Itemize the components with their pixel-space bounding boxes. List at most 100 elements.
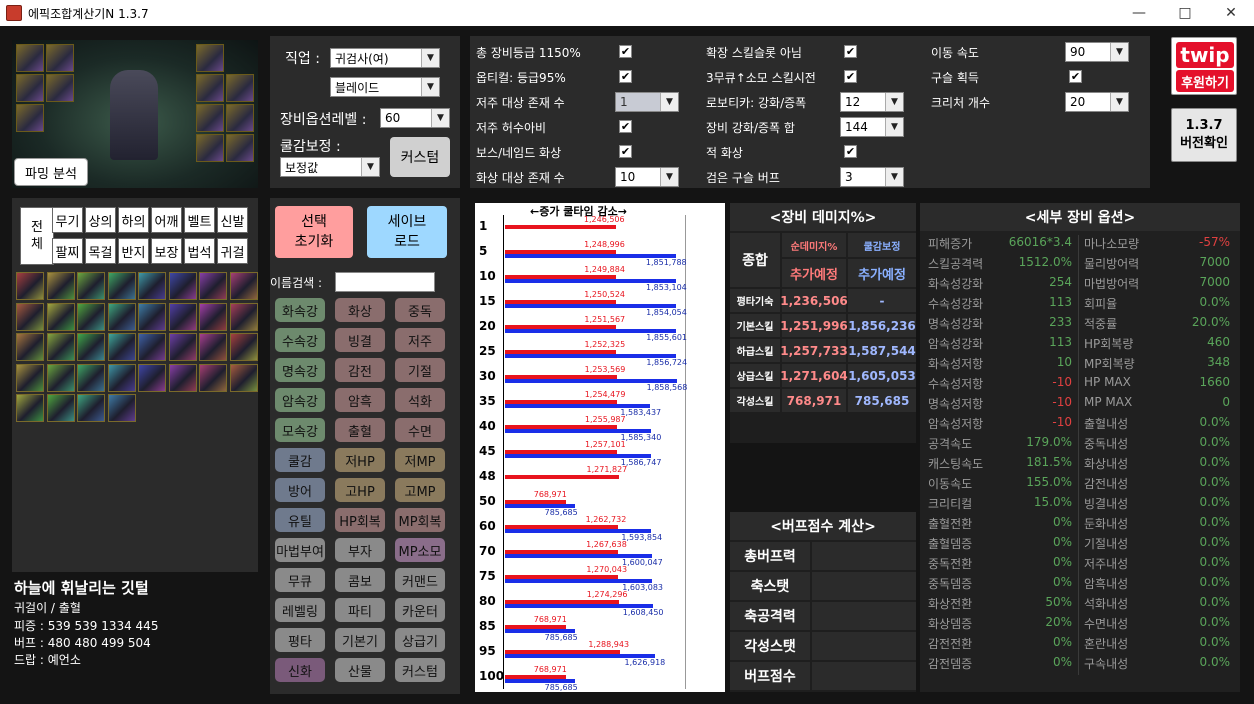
option-checkbox[interactable]: ✔	[1069, 70, 1082, 83]
option-filter-button[interactable]: 석화	[395, 388, 445, 412]
option-checkbox[interactable]: ✔	[844, 45, 857, 58]
option-filter-button[interactable]: 수면	[395, 418, 445, 442]
option-filter-button[interactable]: 신화	[275, 658, 325, 682]
category-all-button[interactable]: 전체	[20, 207, 54, 265]
item-icon[interactable]	[107, 363, 136, 392]
item-icon[interactable]	[229, 333, 258, 361]
option-filter-button[interactable]: 출혈	[335, 418, 385, 442]
option-filter-button[interactable]: 방어	[275, 478, 325, 502]
option-filter-button[interactable]: 중독	[395, 298, 445, 322]
option-select[interactable]: 144 ▼	[840, 117, 904, 137]
option-filter-button[interactable]: 카운터	[395, 598, 445, 622]
equip-slot[interactable]	[16, 104, 44, 132]
option-filter-button[interactable]: 콤보	[335, 568, 385, 592]
option-filter-button[interactable]: MP회복	[395, 508, 445, 532]
category-button[interactable]: 무기	[52, 207, 83, 233]
item-icon[interactable]	[16, 302, 44, 331]
save-load-button[interactable]: 세이브 로드	[367, 206, 447, 258]
item-icon[interactable]	[77, 272, 105, 300]
option-filter-button[interactable]: 감전	[335, 358, 385, 382]
item-icon[interactable]	[168, 333, 197, 361]
selection-reset-button[interactable]: 선택 초기화	[275, 206, 353, 258]
option-filter-button[interactable]: 저MP	[395, 448, 445, 472]
option-filter-button[interactable]: 기절	[395, 358, 445, 382]
category-button[interactable]: 하의	[118, 207, 149, 233]
equip-slot[interactable]	[196, 44, 224, 72]
item-icon[interactable]	[46, 363, 75, 392]
option-filter-button[interactable]: 고MP	[395, 478, 445, 502]
item-icon[interactable]	[77, 333, 105, 361]
item-icon[interactable]	[199, 302, 227, 331]
option-filter-button[interactable]: 화상	[335, 298, 385, 322]
option-select[interactable]: 1 ▼	[615, 92, 679, 112]
category-button[interactable]: 벨트	[184, 207, 215, 233]
category-button[interactable]: 목걸	[85, 238, 116, 264]
minimize-icon[interactable]: —	[1116, 0, 1162, 26]
category-button[interactable]: 팔찌	[52, 238, 83, 264]
item-icon[interactable]	[16, 272, 44, 300]
item-icon[interactable]	[199, 272, 227, 300]
item-icon[interactable]	[77, 394, 105, 422]
equip-slot[interactable]	[16, 74, 44, 102]
option-filter-button[interactable]: 평타	[275, 628, 325, 652]
cooldown-select[interactable]: 보정값 ▼	[280, 157, 380, 177]
item-icon[interactable]	[229, 363, 258, 392]
item-icon[interactable]	[46, 272, 75, 300]
version-check-button[interactable]: 1.3.7 버전확인	[1171, 108, 1237, 162]
equip-slot[interactable]	[16, 44, 44, 72]
sponsor-button[interactable]: twip 후원하기	[1171, 37, 1237, 95]
option-checkbox[interactable]: ✔	[619, 45, 632, 58]
item-icon[interactable]	[46, 302, 75, 331]
option-filter-button[interactable]: 부자	[335, 538, 385, 562]
subjob-select[interactable]: 블레이드 ▼	[330, 77, 440, 97]
item-icon[interactable]	[107, 302, 136, 331]
option-filter-button[interactable]: HP회복	[335, 508, 385, 532]
option-select[interactable]: 12 ▼	[840, 92, 904, 112]
item-icon[interactable]	[168, 363, 197, 392]
option-checkbox[interactable]: ✔	[619, 145, 632, 158]
option-filter-button[interactable]: 유틸	[275, 508, 325, 532]
category-button[interactable]: 상의	[85, 207, 116, 233]
option-filter-button[interactable]: 쿨감	[275, 448, 325, 472]
option-checkbox[interactable]: ✔	[619, 70, 632, 83]
category-button[interactable]: 반지	[118, 238, 149, 264]
option-filter-button[interactable]: MP소모	[395, 538, 445, 562]
item-icon[interactable]	[107, 272, 136, 300]
item-icon[interactable]	[16, 333, 44, 361]
option-filter-button[interactable]: 화속강	[275, 298, 325, 322]
item-icon[interactable]	[138, 302, 166, 331]
option-filter-button[interactable]: 마법부여	[275, 538, 325, 562]
item-icon[interactable]	[168, 272, 197, 300]
option-filter-button[interactable]: 무큐	[275, 568, 325, 592]
equip-slot[interactable]	[226, 104, 254, 132]
option-filter-button[interactable]: 커맨드	[395, 568, 445, 592]
equip-slot[interactable]	[196, 134, 224, 162]
equip-slot[interactable]	[196, 74, 224, 102]
option-select[interactable]: 90 ▼	[1065, 42, 1129, 62]
option-checkbox[interactable]: ✔	[844, 145, 857, 158]
option-filter-button[interactable]: 저주	[395, 328, 445, 352]
item-icon[interactable]	[16, 363, 44, 392]
category-button[interactable]: 신발	[217, 207, 248, 233]
custom-button[interactable]: 커스텀	[390, 137, 450, 177]
option-filter-button[interactable]: 커스텀	[395, 658, 445, 682]
item-icon[interactable]	[229, 302, 258, 331]
category-button[interactable]: 법석	[184, 238, 215, 264]
option-select[interactable]: 10 ▼	[615, 167, 679, 187]
item-icon[interactable]	[16, 394, 44, 422]
item-icon[interactable]	[77, 363, 105, 392]
item-icon[interactable]	[138, 363, 166, 392]
option-filter-button[interactable]: 레벨링	[275, 598, 325, 622]
option-filter-button[interactable]: 수속강	[275, 328, 325, 352]
equip-slot[interactable]	[46, 44, 74, 72]
item-icon[interactable]	[46, 333, 75, 361]
option-filter-button[interactable]: 상급기	[395, 628, 445, 652]
item-icon[interactable]	[46, 394, 75, 422]
equip-slot[interactable]	[226, 134, 254, 162]
option-filter-button[interactable]: 기본기	[335, 628, 385, 652]
equip-slot[interactable]	[226, 74, 254, 102]
item-icon[interactable]	[168, 302, 197, 331]
item-icon[interactable]	[229, 272, 258, 300]
item-icon[interactable]	[107, 394, 136, 422]
name-search-input[interactable]	[335, 272, 435, 292]
